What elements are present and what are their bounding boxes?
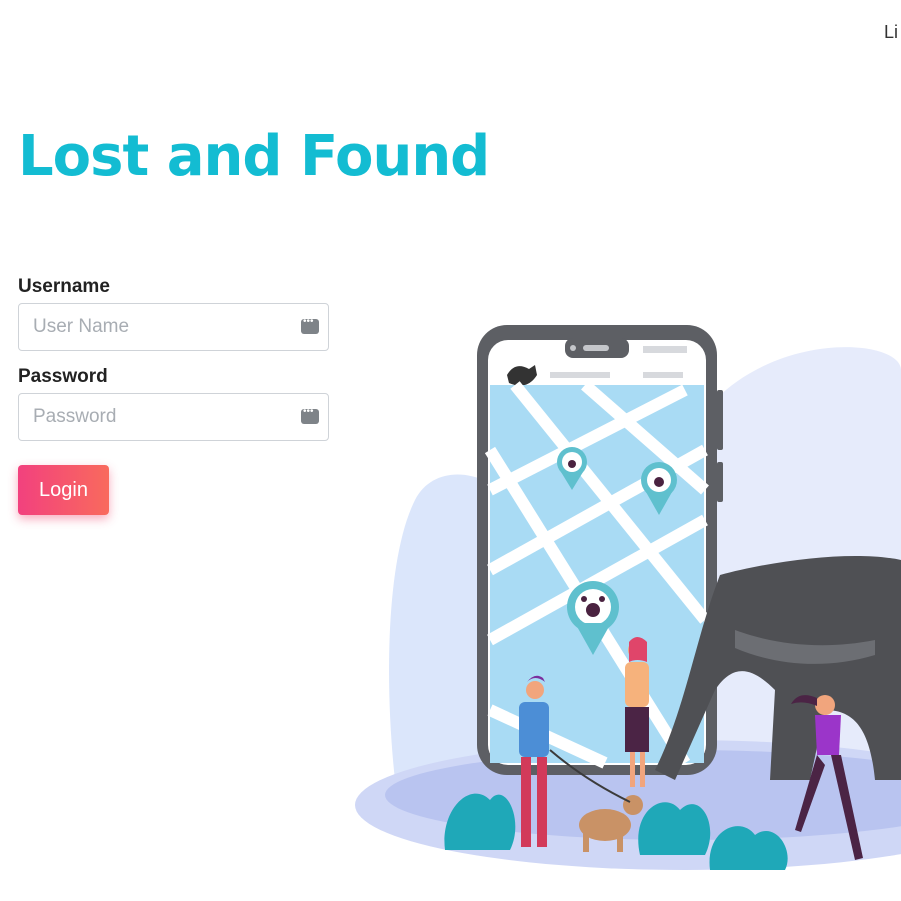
username-label: Username bbox=[18, 276, 110, 297]
top-nav-link[interactable]: Li bbox=[884, 22, 898, 43]
password-manager-key-icon[interactable] bbox=[301, 316, 319, 334]
login-button[interactable]: Login bbox=[18, 465, 109, 515]
password-manager-key-icon[interactable] bbox=[301, 406, 319, 424]
page-title: Lost and Found bbox=[18, 124, 490, 189]
username-field-wrapper bbox=[18, 303, 329, 351]
password-field-wrapper bbox=[18, 393, 329, 441]
lost-pet-illustration bbox=[355, 325, 901, 870]
password-label: Password bbox=[18, 366, 108, 387]
username-input[interactable] bbox=[19, 304, 293, 350]
password-input[interactable] bbox=[19, 394, 293, 440]
